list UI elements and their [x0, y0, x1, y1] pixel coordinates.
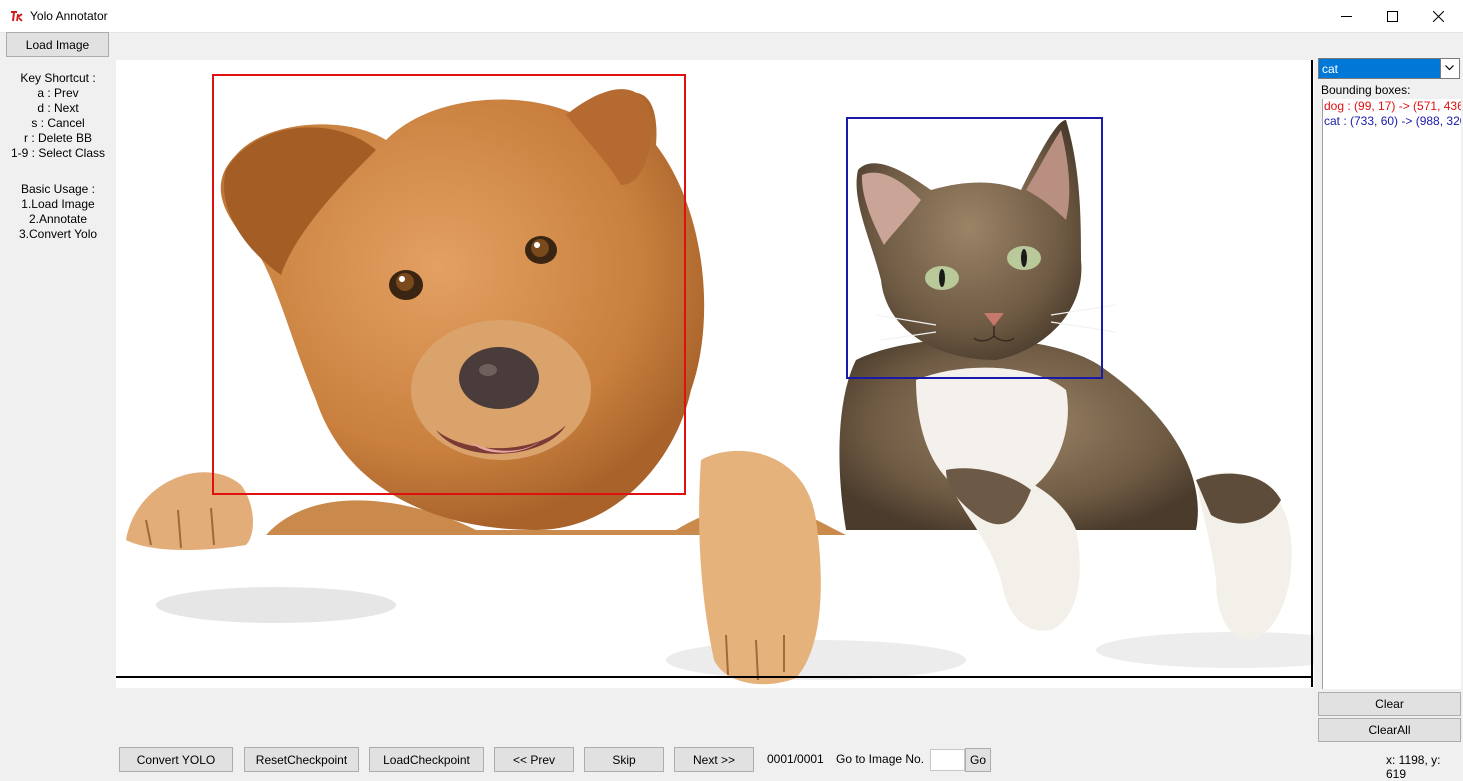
chevron-down-icon[interactable]	[1440, 59, 1459, 78]
shortcut-item: 1-9 : Select Class	[10, 146, 106, 160]
help-panel: Key Shortcut : a : Prev d : Next s : Can…	[0, 71, 116, 242]
maximize-icon	[1387, 11, 1398, 22]
bounding-box-list[interactable]: dog : (99, 17) -> (571, 436) cat : (733,…	[1322, 99, 1461, 689]
minimize-button[interactable]	[1323, 0, 1369, 32]
goto-image-input[interactable]	[930, 749, 965, 771]
prev-button[interactable]: << Prev	[494, 747, 574, 772]
canvas-border-right	[1311, 60, 1313, 687]
class-dropdown[interactable]: cat	[1318, 58, 1460, 79]
bounding-boxes-label: Bounding boxes:	[1321, 83, 1411, 97]
canvas-border-bottom	[116, 676, 1313, 678]
close-icon	[1433, 11, 1444, 22]
image-counter: 0001/0001	[767, 752, 824, 766]
usage-title: Basic Usage :	[20, 182, 96, 196]
usage-step: 1.Load Image	[21, 197, 95, 211]
reset-checkpoint-button[interactable]: ResetCheckpoint	[244, 747, 359, 772]
load-image-button[interactable]: Load Image	[6, 32, 109, 57]
class-dropdown-value: cat	[1322, 62, 1339, 76]
tk-feather-icon	[11, 11, 23, 22]
convert-yolo-button[interactable]: Convert YOLO	[119, 747, 233, 772]
skip-button[interactable]: Skip	[584, 747, 664, 772]
cursor-coordinates: x: 1198, y: 619	[1386, 753, 1441, 781]
usage-step: 3.Convert Yolo	[18, 227, 98, 241]
title-bar: Yolo Annotator	[0, 0, 1463, 33]
bounding-box-cat[interactable]	[846, 117, 1103, 379]
shortcut-title: Key Shortcut :	[20, 71, 96, 85]
bounding-box-dog[interactable]	[212, 74, 686, 495]
go-button[interactable]: Go	[965, 748, 991, 772]
shortcut-item: s : Cancel	[31, 116, 85, 130]
load-checkpoint-button[interactable]: LoadCheckpoint	[369, 747, 484, 772]
close-button[interactable]	[1415, 0, 1461, 32]
shortcut-item: a : Prev	[37, 86, 79, 100]
list-item[interactable]: dog : (99, 17) -> (571, 436)	[1323, 99, 1461, 114]
window-title: Yolo Annotator	[30, 9, 108, 23]
list-item[interactable]: cat : (733, 60) -> (988, 320)	[1323, 114, 1461, 129]
shortcut-item: r : Delete BB	[23, 131, 93, 145]
clear-all-button[interactable]: ClearAll	[1318, 718, 1461, 742]
maximize-button[interactable]	[1369, 0, 1415, 32]
clear-button[interactable]: Clear	[1318, 692, 1461, 716]
annotation-canvas[interactable]	[116, 60, 1314, 688]
usage-step: 2.Annotate	[28, 212, 88, 226]
next-button[interactable]: Next >>	[674, 747, 754, 772]
shortcut-item: d : Next	[37, 101, 79, 115]
minimize-icon	[1341, 16, 1352, 17]
goto-image-label: Go to Image No.	[836, 752, 925, 766]
